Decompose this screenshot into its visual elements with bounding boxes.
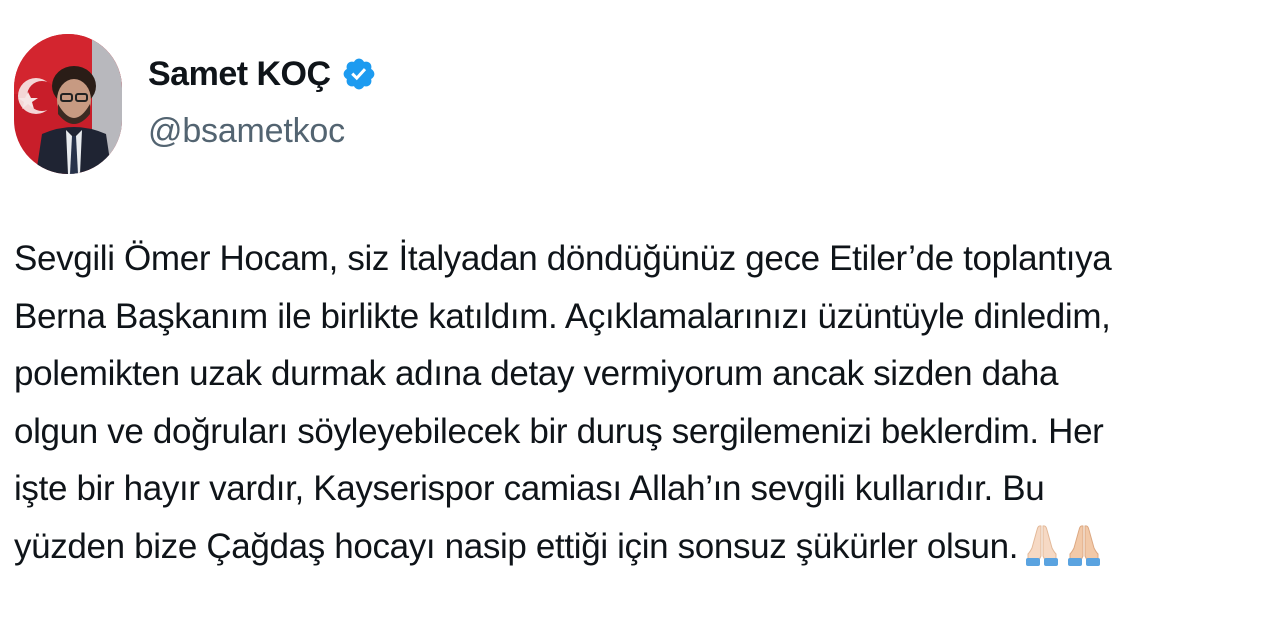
author-handle[interactable]: @bsametkoc bbox=[148, 112, 345, 151]
tweet-line: işte bir hayır vardır, Kayserispor camia… bbox=[14, 469, 1045, 508]
tweet-line: Sevgili Ömer Hocam, siz İtalyadan döndüğ… bbox=[14, 239, 1112, 278]
folded-hands-icon bbox=[1024, 522, 1060, 566]
tweet-card: Samet KOÇ @bsametkoc Sevgili Ömer Hocam,… bbox=[0, 0, 1280, 640]
verified-badge-icon bbox=[341, 56, 377, 92]
author-avatar[interactable] bbox=[14, 34, 122, 174]
tweet-line: olgun ve doğruları söyleyebilecek bir du… bbox=[14, 411, 1104, 451]
tweet-line: yüzden bize Çağdaş hocayı nasip ettiği i… bbox=[14, 526, 1019, 566]
tweet-line: Berna Başkanım ile birlikte katıldım. Aç… bbox=[14, 296, 1111, 336]
tweet-line: polemikten uzak durmak adına detay vermi… bbox=[14, 354, 1059, 393]
tweet-last-line: yüzden bize Çağdaş hocayı nasip ettiği i… bbox=[14, 518, 1264, 576]
avatar-image bbox=[14, 34, 122, 174]
tweet-text: Sevgili Ömer Hocam, siz İtalyadan döndüğ… bbox=[14, 230, 1264, 575]
folded-hands-icon bbox=[1066, 522, 1102, 566]
author-name-row: Samet KOÇ bbox=[148, 52, 377, 96]
author-display-name[interactable]: Samet KOÇ bbox=[148, 55, 331, 94]
